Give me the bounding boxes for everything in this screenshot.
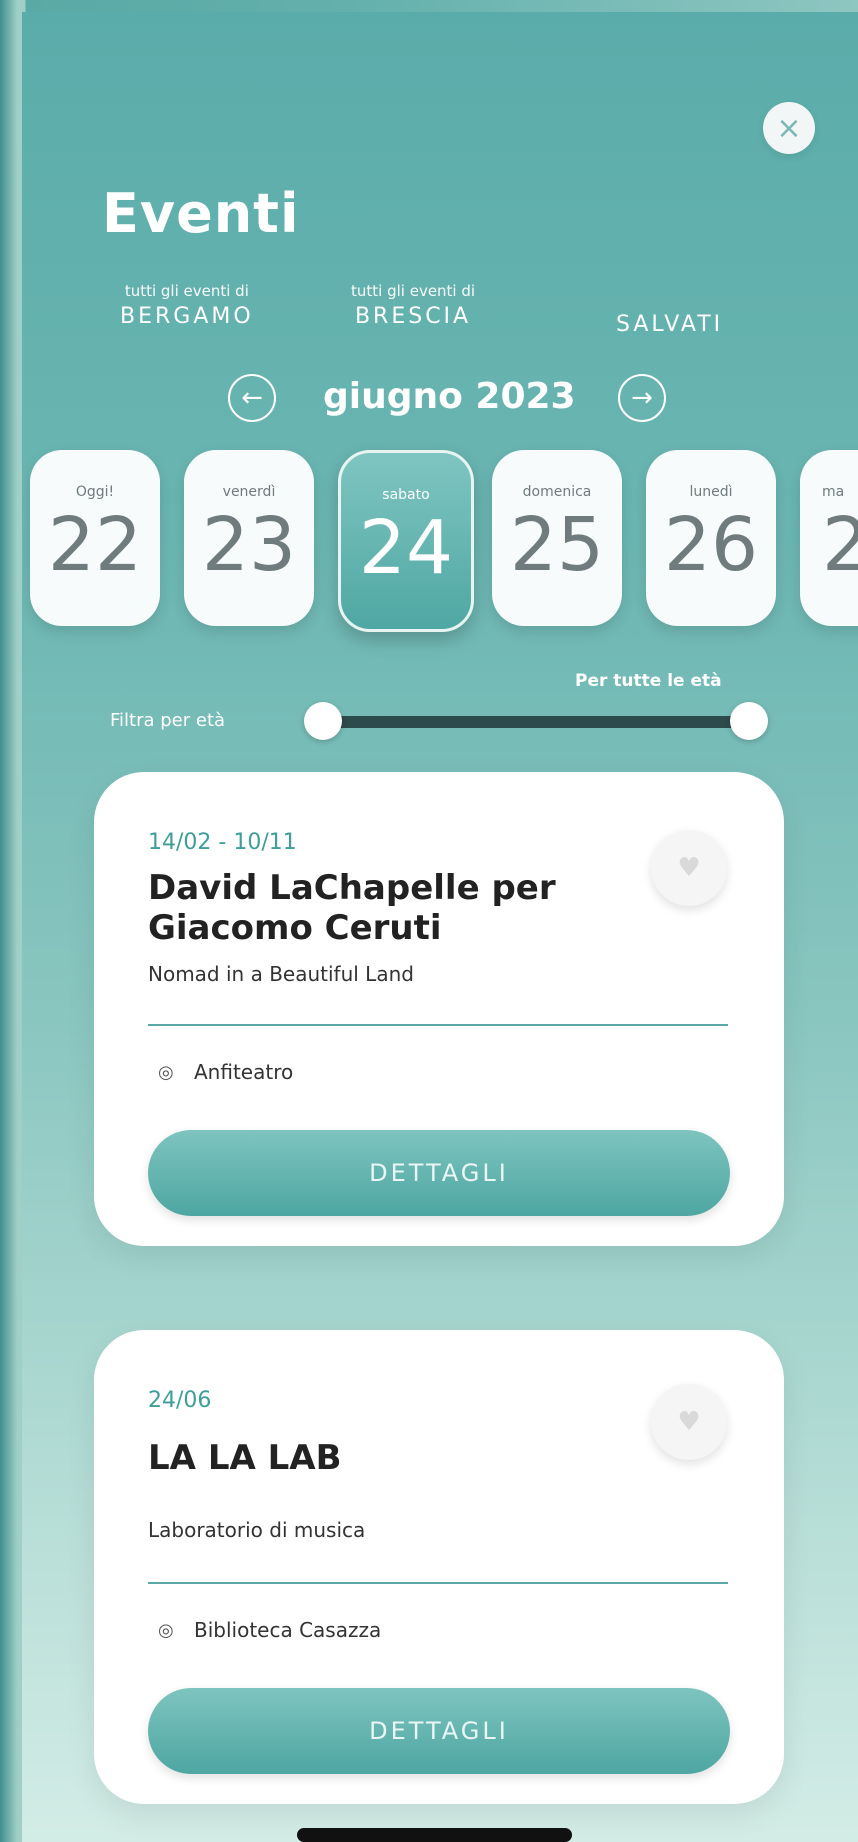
arrow-left-icon: ← [241,383,263,413]
age-slider-min-handle[interactable] [304,702,342,740]
event-subtitle: Laboratorio di musica [148,1518,366,1542]
day-number: 23 [201,502,297,588]
day-number: 24 [358,505,454,591]
tab-bergamo-caption: tutti gli eventi di [124,282,249,300]
tab-brescia-label: BRESCIA [354,304,472,329]
event-date: 24/06 [148,1388,212,1413]
next-month-button[interactable]: → [618,374,666,422]
tab-brescia-caption: tutti gli eventi di [351,282,476,300]
day-card[interactable]: venerdì 23 [184,450,314,626]
arrow-right-icon: → [631,383,653,413]
day-name: domenica [522,484,592,500]
location-pin-icon: ◎ [158,1062,174,1083]
day-name: Oggi! [75,484,115,500]
favorite-button[interactable]: ♥ [651,830,727,906]
day-name: venerdì [222,484,276,500]
event-date: 14/02 - 10/11 [148,830,297,855]
day-number: 2 [822,502,858,588]
tab-saved[interactable]: SALVATI [616,312,723,337]
event-title: David LaChapelle per Giacomo Ceruti [148,868,556,948]
event-card: 24/06 LA LA LAB Laboratorio di musica ♥ … [94,1330,784,1804]
day-number: 26 [663,502,759,588]
age-filter-value: Per tutte le età [575,671,722,691]
location-pin-icon: ◎ [158,1620,174,1641]
age-filter-label: Filtra per età [110,710,226,731]
home-indicator[interactable] [297,1828,572,1842]
divider [148,1582,728,1584]
divider [148,1024,728,1026]
day-card[interactable]: Oggi! 22 [30,450,160,626]
event-location: Biblioteca Casazza [194,1618,382,1642]
app-screen: × Eventi tutti gli eventi di BERGAMO tut… [22,12,858,1842]
details-button[interactable]: DETTAGLI [148,1130,730,1216]
heart-icon: ♥ [677,1407,701,1437]
tab-bergamo-label: BERGAMO [120,304,254,329]
close-button[interactable]: × [763,102,815,154]
day-card[interactable]: ma 2 [800,450,858,626]
event-location: Anfiteatro [194,1060,294,1084]
details-button[interactable]: DETTAGLI [148,1688,730,1774]
close-icon: × [776,110,802,146]
previous-month-button[interactable]: ← [228,374,276,422]
day-number: 25 [509,502,605,588]
day-name: lunedì [689,484,733,500]
day-card[interactable]: domenica 25 [492,450,622,626]
page-title: Eventi [102,182,300,245]
month-navigation: ← giugno 2023 → [22,374,858,424]
month-label: giugno 2023 [323,376,576,417]
age-slider-track[interactable] [322,716,752,728]
heart-icon: ♥ [677,853,701,883]
day-card[interactable]: lunedì 26 [646,450,776,626]
day-name: ma [822,484,845,500]
day-number: 22 [47,502,143,588]
tab-bergamo[interactable]: tutti gli eventi di BERGAMO [120,282,254,329]
day-name: sabato [382,487,430,503]
age-slider-max-handle[interactable] [730,702,768,740]
favorite-button[interactable]: ♥ [651,1384,727,1460]
day-card-selected[interactable]: sabato 24 [338,450,474,632]
event-card: 14/02 - 10/11 David LaChapelle per Giaco… [94,772,784,1246]
tab-brescia[interactable]: tutti gli eventi di BRESCIA [351,282,475,329]
event-subtitle: Nomad in a Beautiful Land [148,962,414,986]
event-title: LA LA LAB [148,1438,342,1478]
